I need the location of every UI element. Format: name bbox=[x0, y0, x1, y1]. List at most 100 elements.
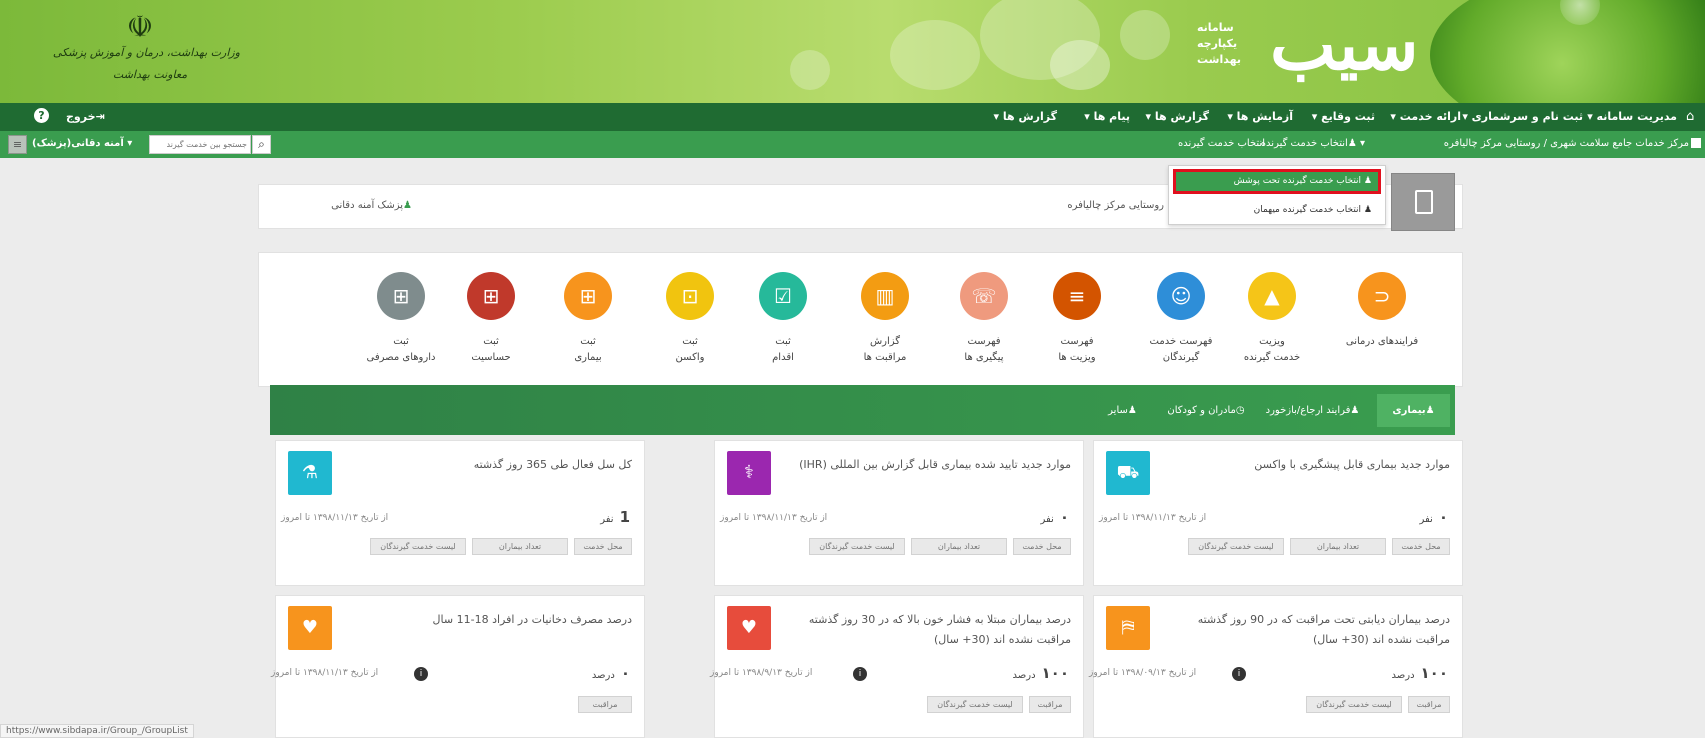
menu-registration[interactable]: ثبت نام و سرشماری ▾ bbox=[1462, 110, 1583, 123]
info-icon[interactable]: i bbox=[853, 667, 867, 681]
tile-count: ۰ نفر bbox=[1040, 508, 1069, 526]
quick-action-label: ویزیت ها bbox=[1058, 352, 1096, 363]
tile-action-button[interactable]: لیست خدمت گیرندگان bbox=[1306, 696, 1402, 713]
menu-messages[interactable]: پیام ها ▾ bbox=[1084, 110, 1130, 123]
quick-action-care-report[interactable]: ▥ گزارش مراقبت ها bbox=[835, 272, 935, 382]
quick-action-treatment-process[interactable]: ⊃ فرایندهای درمانی bbox=[1332, 272, 1432, 382]
quick-action-register-allergy[interactable]: ⊞ ثبت حساسیت bbox=[441, 272, 541, 382]
hypertension-uncared-icon: ♥ bbox=[727, 606, 771, 650]
tile-icon-glyph: ⚕ bbox=[744, 462, 754, 483]
menu-reports-2[interactable]: گزارش ها ▾ bbox=[994, 110, 1057, 123]
tile-action-button[interactable]: لیست خدمت گیرندگان bbox=[1188, 538, 1284, 555]
tile-date-range: از تاریخ ۱۳۹۸/۹/۱۳ تا امروز bbox=[710, 668, 813, 678]
tile-action-button[interactable]: محل خدمت bbox=[1392, 538, 1450, 555]
tagline-line-3: بهداشت bbox=[1197, 53, 1241, 66]
dropdown-item-covered[interactable]: ♟ انتخاب خدمت گیرنده تحت پوشش bbox=[1173, 169, 1381, 194]
logout-button[interactable]: ⇥خروج bbox=[66, 110, 105, 123]
tile-count: 1 نفر bbox=[600, 508, 630, 526]
quick-action-label: واکسن bbox=[675, 352, 705, 363]
tile-icon-glyph: ⛿ bbox=[1121, 617, 1135, 638]
tile-ihr-disease: ⚕ موارد جدید تایید شده بیماری قابل گزارش … bbox=[714, 440, 1084, 586]
quick-action-receivers-list[interactable]: ☺ فهرست خدمت گیرندگان bbox=[1131, 272, 1231, 382]
center-label: روستایی مرکز چالیافره bbox=[1067, 200, 1164, 211]
user-icon: ♟ bbox=[1363, 205, 1372, 215]
user-icon: ♟ bbox=[1127, 405, 1137, 416]
quick-action-label: ویزیت bbox=[1259, 336, 1285, 347]
tile-action-button[interactable]: تعداد بیماران bbox=[911, 538, 1007, 555]
select-receiver-button[interactable]: ▾ ♟انتخاب خدمت گیرنده bbox=[1261, 138, 1365, 149]
search-icon[interactable]: ⌕ bbox=[252, 135, 271, 154]
menu-reports[interactable]: گزارش ها ▾ bbox=[1146, 110, 1209, 123]
info-icon[interactable]: i bbox=[1232, 667, 1246, 681]
ministry-deputy: معاونت بهداشت bbox=[112, 68, 188, 81]
quick-action-label: حساسیت bbox=[471, 352, 511, 363]
quick-action-register-medications[interactable]: ⊞ ثبت داروهای مصرفی bbox=[351, 272, 451, 382]
tile-count-unit: درصد bbox=[1012, 670, 1036, 681]
tab-other[interactable]: ♟سایر bbox=[1090, 394, 1155, 427]
quick-action-label: فهرست bbox=[967, 336, 1001, 347]
quick-action-visit-receiver[interactable]: ▲ ویزیت خدمت گیرنده bbox=[1222, 272, 1322, 382]
tile-action-button[interactable]: لیست خدمت گیرندگان bbox=[370, 538, 466, 555]
tile-action-button[interactable]: محل خدمت bbox=[1013, 538, 1071, 555]
tile-icon-glyph: ⚗ bbox=[301, 462, 319, 483]
receiver-dropdown: ♟ انتخاب خدمت گیرنده تحت پوشش ♟ انتخاب خ… bbox=[1168, 165, 1386, 225]
user-menu[interactable]: ▾ آمنه دقانی(پزشک) bbox=[32, 138, 132, 149]
quick-action-label: داروهای مصرفی bbox=[366, 352, 436, 363]
tile-count-unit: درصد bbox=[591, 670, 615, 681]
user-icon: ♟ bbox=[1350, 405, 1360, 416]
home-icon[interactable]: ⌂ bbox=[1686, 109, 1694, 124]
quick-action-label: بیماری bbox=[574, 352, 602, 363]
receivers-list-icon: ☺ bbox=[1157, 272, 1205, 320]
tab-mothers-children[interactable]: ◷مادران و کودکان bbox=[1160, 394, 1252, 427]
followups-list-icon: ☏ bbox=[960, 272, 1008, 320]
tile-title: کل سل فعال طی 365 روز گذشته bbox=[473, 458, 632, 471]
menu-events[interactable]: ثبت وقایع ▾ bbox=[1312, 110, 1375, 123]
user-icon: ♟ bbox=[1425, 405, 1435, 416]
tile-date-range: از تاریخ ۱۳۹۸/۱۱/۱۳ تا امروز bbox=[281, 513, 389, 523]
tile-count-value: ۱۰۰ bbox=[1041, 664, 1069, 682]
active-tb-icon: ⚗ bbox=[288, 451, 332, 495]
tile-hypertension-uncared: ♥ درصد بیماران مبتلا به فشار خون بالا که … bbox=[710, 595, 1084, 738]
tab-referral[interactable]: ♟فرایند ارجاع/بازخورد bbox=[1255, 394, 1370, 427]
quick-action-label: ثبت bbox=[393, 336, 409, 347]
menu-tests[interactable]: آزمایش ها ▾ bbox=[1227, 110, 1293, 123]
tile-action-button[interactable]: مراقبت bbox=[1029, 696, 1071, 713]
quick-action-label: فهرست خدمت bbox=[1149, 336, 1213, 347]
tobacco-use-icon: ♥ bbox=[288, 606, 332, 650]
search-input[interactable] bbox=[149, 135, 251, 154]
quick-action-label: فهرست bbox=[1060, 336, 1094, 347]
menu-service[interactable]: ارائه خدمت ▾ bbox=[1390, 110, 1461, 123]
tile-action-button[interactable]: مراقبت bbox=[1408, 696, 1450, 713]
info-icon[interactable]: i bbox=[414, 667, 428, 681]
quick-action-followups-list[interactable]: ☏ فهرست پیگیری ها bbox=[934, 272, 1034, 382]
tile-title: درصد بیماران دیابتی تحت مراقبت که در 90 … bbox=[1197, 613, 1450, 646]
user-name: آمنه دقانی(پزشک) bbox=[32, 138, 124, 149]
quick-action-register-disease[interactable]: ⊞ ثبت بیماری bbox=[538, 272, 638, 382]
menu-system-management[interactable]: مدیریت سامانه ▾ bbox=[1587, 110, 1677, 123]
settings-icon[interactable]: ≡ bbox=[8, 135, 27, 154]
tile-action-button[interactable]: مراقبت bbox=[578, 696, 632, 713]
quick-action-register-action[interactable]: ☑ ثبت اقدام bbox=[733, 272, 833, 382]
tile-action-button[interactable]: لیست خدمت گیرندگان bbox=[927, 696, 1023, 713]
center-icon bbox=[1691, 138, 1701, 148]
tile-action-button[interactable]: لیست خدمت گیرندگان bbox=[809, 538, 905, 555]
tile-icon-glyph: ♥ bbox=[301, 617, 319, 638]
header-banner: ☫ وزارت بهداشت، درمان و آموزش پزشکی معاو… bbox=[0, 0, 1705, 103]
tile-count: ۱۰۰ درصد bbox=[1013, 664, 1070, 682]
receiver-selector-button[interactable] bbox=[1391, 173, 1455, 231]
quick-action-visits-list[interactable]: ≡ فهرست ویزیت ها bbox=[1027, 272, 1127, 382]
quick-action-register-vaccine[interactable]: ⊡ ثبت واکسن bbox=[640, 272, 740, 382]
tile-action-button[interactable]: تعداد بیماران bbox=[472, 538, 568, 555]
tab-disease[interactable]: ♟بیماری bbox=[1377, 394, 1450, 427]
user-icon: ♟ bbox=[1347, 138, 1357, 149]
center-path[interactable]: مرکز خدمات جامع سلامت شهری / روستایی مرک… bbox=[1444, 138, 1689, 149]
tile-action-button[interactable]: تعداد بیماران bbox=[1290, 538, 1386, 555]
treatment-process-icon: ⊃ bbox=[1358, 272, 1406, 320]
dropdown-item-guest[interactable]: ♟ انتخاب خدمت گیرنده میهمان bbox=[1173, 199, 1381, 221]
tile-count: ۱۰۰ درصد bbox=[1392, 664, 1449, 682]
register-disease-icon: ⊞ bbox=[564, 272, 612, 320]
tile-action-button[interactable]: محل خدمت bbox=[574, 538, 632, 555]
main-menu-bar: ⌂ مدیریت سامانه ▾ ثبت نام و سرشماری ▾ ار… bbox=[0, 103, 1705, 131]
help-icon[interactable]: ? bbox=[34, 108, 49, 123]
status-url: https://www.sibdapa.ir/Group_/GroupList bbox=[0, 724, 194, 738]
